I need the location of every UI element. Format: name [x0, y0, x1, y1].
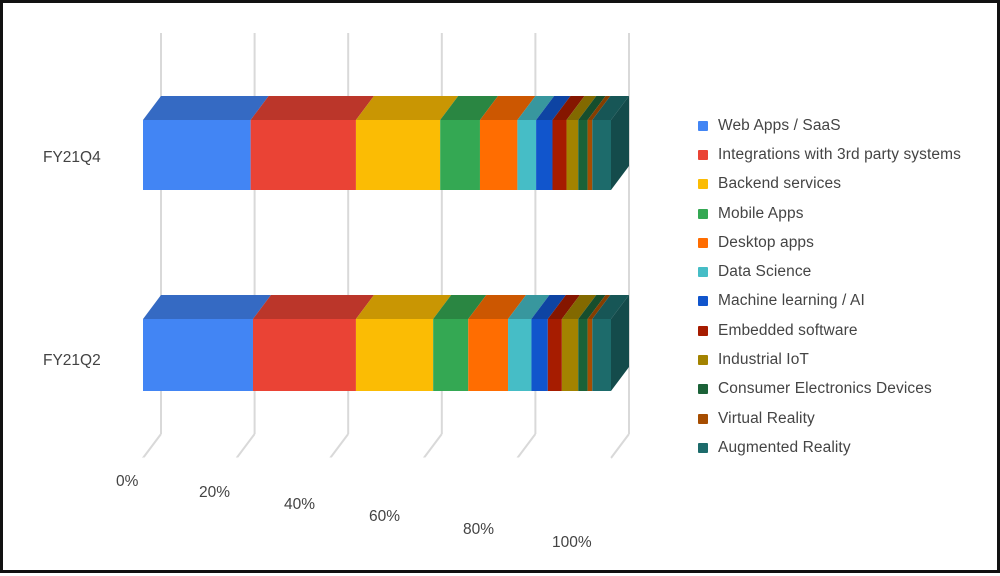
value-tick-label: 80%: [463, 521, 495, 538]
legend-item-label: Virtual Reality: [718, 409, 815, 427]
bar-segment-top-face: [250, 96, 374, 120]
legend-item[interactable]: Virtual Reality: [698, 404, 998, 433]
bar-segment[interactable]: [468, 319, 509, 391]
legend-item[interactable]: Desktop apps: [698, 228, 998, 257]
legend-swatch-icon: [698, 267, 708, 278]
bar-segment[interactable]: [508, 319, 532, 391]
bar-segment[interactable]: [566, 120, 579, 190]
legend-swatch-icon: [698, 384, 708, 395]
legend-item[interactable]: Embedded software: [698, 316, 998, 345]
value-tick-label: 20%: [199, 484, 231, 501]
legend-item-label: Integrations with 3rd party systems: [718, 145, 961, 163]
legend-item-label: Embedded software: [718, 321, 858, 339]
legend-item-label: Web Apps / SaaS: [718, 116, 841, 134]
legend-item[interactable]: Data Science: [698, 257, 998, 286]
bar-segment[interactable]: [252, 319, 356, 391]
legend-swatch-icon: [698, 208, 708, 219]
legend-item-label: Data Science: [718, 263, 812, 281]
legend-item-label: Industrial IoT: [718, 351, 809, 369]
legend-item[interactable]: Backend services: [698, 170, 998, 199]
chart-3d-canvas: [142, 33, 630, 459]
legend-swatch-icon: [698, 355, 708, 366]
legend-item-label: Desktop apps: [718, 233, 814, 251]
value-tick-label: 100%: [552, 534, 592, 551]
category-label: FY21Q2: [43, 352, 101, 369]
legend-item[interactable]: Integrations with 3rd party systems: [698, 140, 998, 169]
bar-segment[interactable]: [587, 120, 593, 190]
legend-item-label: Backend services: [718, 175, 842, 193]
bar-segment[interactable]: [578, 120, 588, 190]
legend-swatch-icon: [698, 120, 708, 131]
bar-segment[interactable]: [433, 319, 469, 391]
bar-stack: [143, 96, 629, 190]
bar-segment[interactable]: [552, 120, 567, 190]
legend-item[interactable]: Augmented Reality: [698, 433, 998, 462]
value-tick-label: 0%: [116, 473, 139, 490]
legend-item[interactable]: Industrial IoT: [698, 345, 998, 374]
legend-item[interactable]: Mobile Apps: [698, 199, 998, 228]
category-label: FY21Q4: [43, 149, 101, 166]
legend-swatch-icon: [698, 179, 708, 190]
legend-item[interactable]: Consumer Electronics Devices: [698, 375, 998, 404]
bar-segment[interactable]: [578, 319, 588, 391]
chart-frame: FY21Q4 FY21Q2 0% 20% 40% 60% 80% 100% Web Apps…: [0, 0, 1000, 573]
legend-swatch-icon: [698, 149, 708, 160]
bar-segment-top-face: [143, 295, 271, 319]
bar-segment[interactable]: [143, 319, 253, 391]
bar-segment[interactable]: [587, 319, 593, 391]
bar-segment-top-face: [355, 96, 459, 120]
bar-segment[interactable]: [536, 120, 553, 190]
bar-segment[interactable]: [355, 319, 434, 391]
legend-item[interactable]: Machine learning / AI: [698, 287, 998, 316]
bar-segment[interactable]: [517, 120, 537, 190]
legend-swatch-icon: [698, 296, 708, 307]
bar-stack: [143, 295, 629, 391]
bar-segment[interactable]: [440, 120, 480, 190]
plot-area: FY21Q4 FY21Q2 0% 20% 40% 60% 80% 100%: [3, 3, 703, 576]
legend-item-label: Consumer Electronics Devices: [718, 380, 932, 398]
bar-segment[interactable]: [250, 120, 356, 190]
bar-segment[interactable]: [479, 120, 518, 190]
legend-swatch-icon: [698, 413, 708, 424]
legend-item-label: Augmented Reality: [718, 438, 851, 456]
bar-segment[interactable]: [355, 120, 441, 190]
legend-swatch-icon: [698, 325, 708, 336]
value-tick-label: 60%: [369, 508, 401, 525]
bar-segment-top-face: [252, 295, 374, 319]
bar-segment-top-face: [143, 96, 269, 120]
bar-segment[interactable]: [143, 120, 251, 190]
bar-segment[interactable]: [592, 120, 611, 190]
legend-swatch-icon: [698, 442, 708, 453]
legend-swatch-icon: [698, 237, 708, 248]
bar-segment[interactable]: [531, 319, 548, 391]
bar-segment[interactable]: [547, 319, 562, 391]
legend-item-label: Machine learning / AI: [718, 292, 865, 310]
bar-segment[interactable]: [592, 319, 611, 391]
legend-item[interactable]: Web Apps / SaaS: [698, 111, 998, 140]
legend-item-label: Mobile Apps: [718, 204, 804, 222]
bar-segment[interactable]: [561, 319, 579, 391]
chart-legend: Web Apps / SaaS Integrations with 3rd par…: [698, 111, 998, 463]
value-tick-label: 40%: [284, 496, 316, 513]
